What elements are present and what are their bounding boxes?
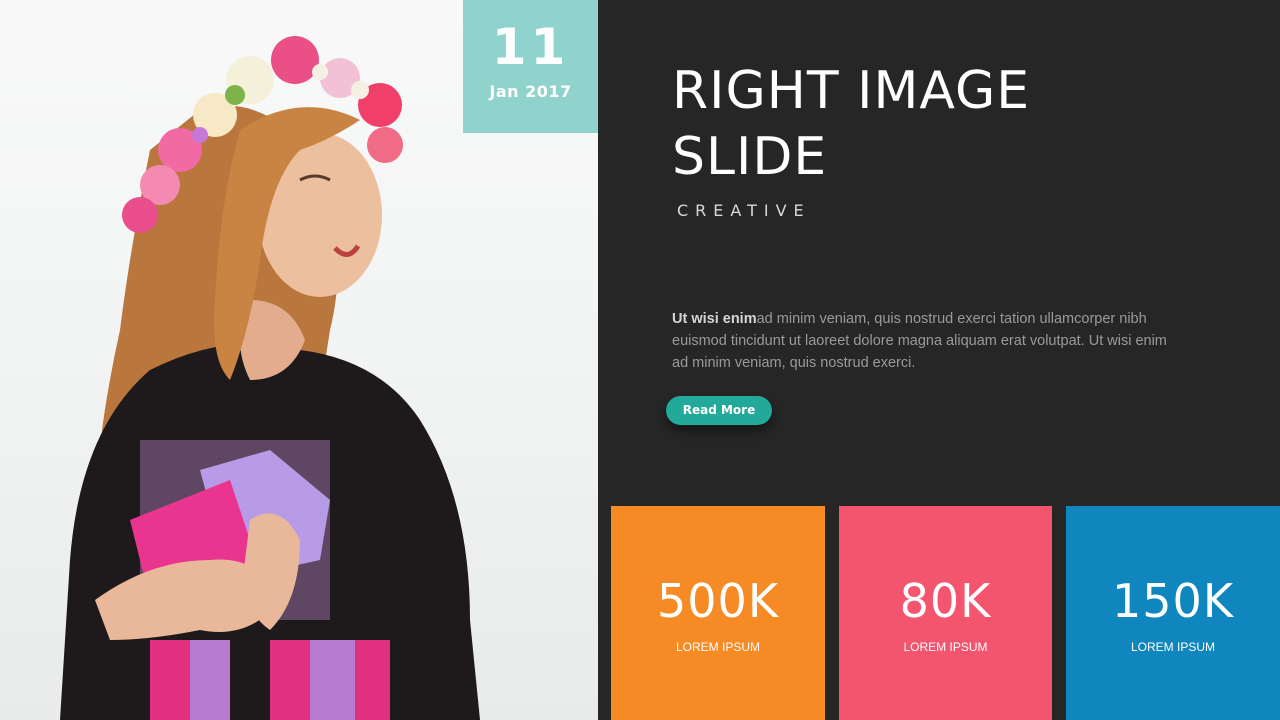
stat-value: 500K [657,574,779,628]
stat-value: 80K [899,574,992,628]
date-month-year: Jan 2017 [489,82,572,101]
stat-card-1: 500K LOREM IPSUM [611,506,825,720]
stat-card-3: 150K LOREM IPSUM [1066,506,1280,720]
date-badge: 11 Jan 2017 [463,0,598,133]
stat-value: 150K [1112,574,1234,628]
slide-title-line1: RIGHT IMAGE [672,61,1031,121]
stat-label: LOREM IPSUM [1130,640,1215,654]
body-paragraph: Ut wisi enimad minim veniam, quis nostru… [672,308,1172,374]
slide-title: RIGHT IMAGE SLIDE [672,58,1192,190]
stat-label: LOREM IPSUM [903,640,988,654]
stat-card-2: 80K LOREM IPSUM [839,506,1052,720]
slide-subtitle: CREATIVE [677,201,811,220]
date-day: 11 [491,18,570,76]
slide-title-line2: SLIDE [672,127,828,187]
read-more-button[interactable]: Read More [666,396,772,425]
body-bold-lead: Ut wisi enim [672,311,757,327]
stat-label: LOREM IPSUM [675,640,760,654]
